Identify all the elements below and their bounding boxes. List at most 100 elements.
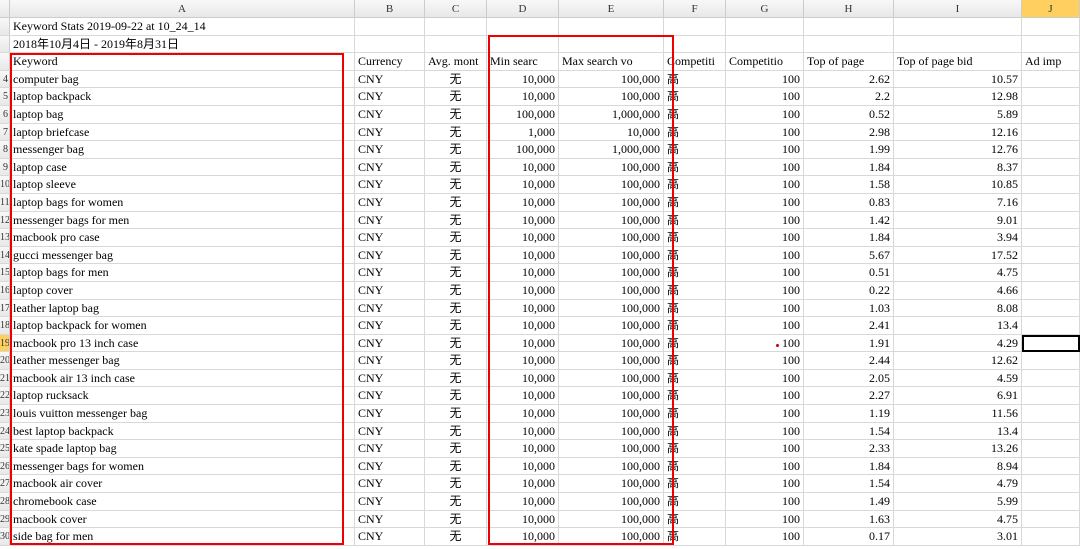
ad-imp-cell[interactable] [1022,387,1080,404]
row-label[interactable]: 16 [0,282,10,299]
competition-cell[interactable]: 高 [664,194,726,211]
row-label[interactable]: 5 [0,88,10,105]
min-search-cell[interactable]: 10,000 [487,282,559,299]
bid-low-cell[interactable]: 2.44 [804,352,894,369]
bid-high-cell[interactable]: 4.75 [894,264,1022,281]
row-label[interactable]: 24 [0,423,10,440]
bid-high-cell[interactable]: 10.85 [894,176,1022,193]
competition-cell[interactable]: 高 [664,106,726,123]
col-header-C[interactable]: C [425,0,487,17]
currency-cell[interactable]: CNY [355,475,425,492]
min-search-cell[interactable]: 10,000 [487,387,559,404]
bid-low-cell[interactable]: 1.49 [804,493,894,510]
competition-index-cell[interactable]: 100 [726,194,804,211]
avg-cell[interactable]: 无 [425,159,487,176]
competition-cell[interactable]: 高 [664,317,726,334]
ad-imp-cell[interactable] [1022,405,1080,422]
bid-high-cell[interactable]: 17.52 [894,247,1022,264]
currency-cell[interactable]: CNY [355,176,425,193]
competition-index-cell[interactable]: 100 [726,423,804,440]
max-search-cell[interactable]: 100,000 [559,300,664,317]
currency-cell[interactable]: CNY [355,440,425,457]
row-label[interactable]: 20 [0,352,10,369]
competition-index-cell[interactable]: 100 [726,440,804,457]
row-label[interactable]: 10 [0,176,10,193]
competition-cell[interactable]: 高 [664,88,726,105]
competition-cell[interactable]: 高 [664,370,726,387]
avg-cell[interactable]: 无 [425,423,487,440]
row-label[interactable]: 21 [0,370,10,387]
max-search-cell[interactable]: 100,000 [559,247,664,264]
header-currency[interactable]: Currency [355,53,425,70]
bid-low-cell[interactable]: 1.03 [804,300,894,317]
competition-cell[interactable]: 高 [664,475,726,492]
header-min[interactable]: Min searc [487,53,559,70]
competition-index-cell[interactable]: 100 [726,71,804,88]
max-search-cell[interactable]: 100,000 [559,212,664,229]
keyword-cell[interactable]: laptop briefcase [10,124,355,141]
bid-low-cell[interactable]: 1.84 [804,159,894,176]
ad-imp-cell[interactable] [1022,282,1080,299]
col-header-J[interactable]: J [1022,0,1080,17]
competition-index-cell[interactable]: 100 [726,247,804,264]
avg-cell[interactable]: 无 [425,71,487,88]
col-header-F[interactable]: F [664,0,726,17]
row-label[interactable]: 12 [0,212,10,229]
bid-high-cell[interactable]: 12.62 [894,352,1022,369]
bid-high-cell[interactable]: 5.99 [894,493,1022,510]
avg-cell[interactable]: 无 [425,247,487,264]
max-search-cell[interactable]: 100,000 [559,71,664,88]
header-keyword[interactable]: Keyword [10,53,355,70]
competition-index-cell[interactable]: 100 [726,317,804,334]
keyword-cell[interactable]: laptop backpack [10,88,355,105]
currency-cell[interactable]: CNY [355,335,425,352]
bid-high-cell[interactable]: 11.56 [894,405,1022,422]
max-search-cell[interactable]: 100,000 [559,423,664,440]
ad-imp-cell[interactable] [1022,124,1080,141]
col-header-A[interactable]: A [10,0,355,17]
keyword-cell[interactable]: messenger bags for men [10,212,355,229]
ad-imp-cell[interactable] [1022,440,1080,457]
avg-cell[interactable]: 无 [425,300,487,317]
competition-cell[interactable]: 高 [664,352,726,369]
min-search-cell[interactable]: 10,000 [487,71,559,88]
row-label[interactable]: 27 [0,475,10,492]
avg-cell[interactable]: 无 [425,475,487,492]
ad-imp-cell[interactable] [1022,423,1080,440]
bid-high-cell[interactable]: 12.76 [894,141,1022,158]
max-search-cell[interactable]: 100,000 [559,194,664,211]
avg-cell[interactable]: 无 [425,176,487,193]
currency-cell[interactable]: CNY [355,88,425,105]
ad-imp-cell[interactable] [1022,317,1080,334]
bid-low-cell[interactable]: 0.22 [804,282,894,299]
min-search-cell[interactable]: 10,000 [487,423,559,440]
avg-cell[interactable]: 无 [425,282,487,299]
max-search-cell[interactable]: 100,000 [559,176,664,193]
avg-cell[interactable]: 无 [425,458,487,475]
competition-index-cell[interactable]: 100 [726,141,804,158]
competition-cell[interactable]: 高 [664,229,726,246]
competition-cell[interactable]: 高 [664,440,726,457]
competition-index-cell[interactable]: 100 [726,264,804,281]
row-label[interactable]: 8 [0,141,10,158]
row-label[interactable]: 9 [0,159,10,176]
currency-cell[interactable]: CNY [355,511,425,528]
ad-imp-cell[interactable] [1022,88,1080,105]
max-search-cell[interactable]: 100,000 [559,387,664,404]
currency-cell[interactable]: CNY [355,194,425,211]
ad-imp-cell[interactable] [1022,106,1080,123]
avg-cell[interactable]: 无 [425,212,487,229]
competition-index-cell[interactable]: 100 [726,352,804,369]
header-low[interactable]: Top of page [804,53,894,70]
avg-cell[interactable]: 无 [425,528,487,545]
col-header-B[interactable]: B [355,0,425,17]
max-search-cell[interactable]: 100,000 [559,405,664,422]
competition-cell[interactable]: 高 [664,124,726,141]
row-label[interactable]: 6 [0,106,10,123]
competition-cell[interactable]: 高 [664,141,726,158]
bid-low-cell[interactable]: 0.83 [804,194,894,211]
ad-imp-cell[interactable] [1022,300,1080,317]
currency-cell[interactable]: CNY [355,352,425,369]
keyword-cell[interactable]: macbook air 13 inch case [10,370,355,387]
min-search-cell[interactable]: 10,000 [487,528,559,545]
